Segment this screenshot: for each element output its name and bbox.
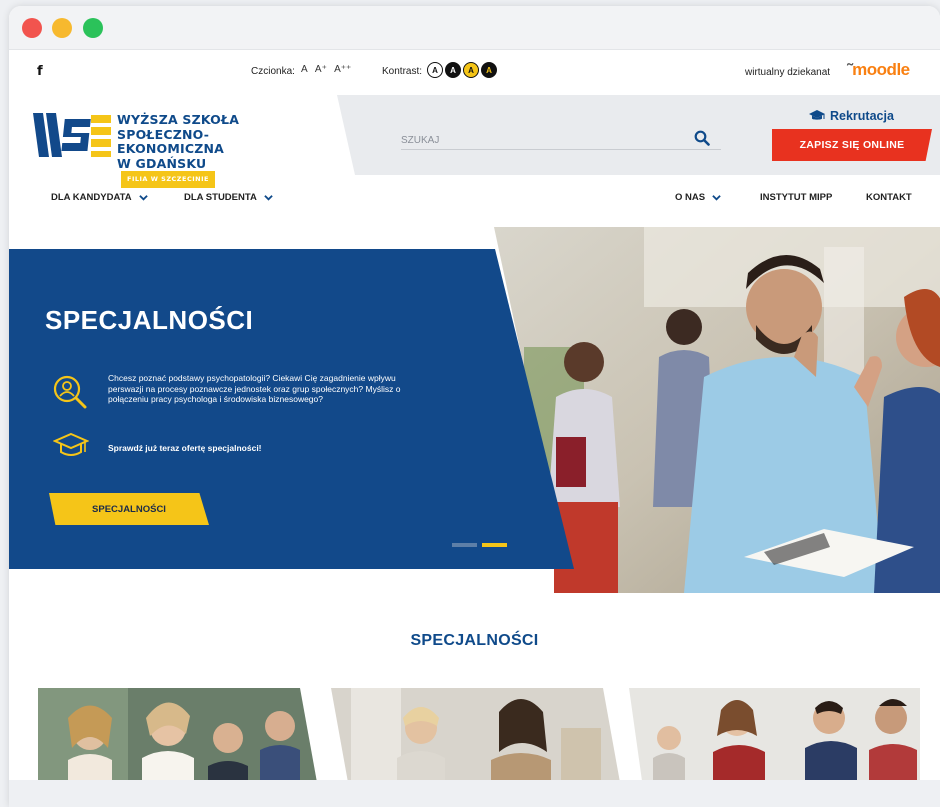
nav-item-label: DLA STUDENTA: [184, 192, 257, 203]
font-size-large-button[interactable]: A⁺: [315, 64, 327, 75]
contrast-dark-button[interactable]: A: [445, 62, 461, 78]
contrast-default-button[interactable]: A: [427, 62, 443, 78]
nav-item-students[interactable]: DLA STUDENTA: [184, 192, 273, 203]
university-logo[interactable]: WYŻSZA SZKOŁA SPOŁECZNO-EKONOMICZNA W GD…: [33, 111, 293, 188]
page-bottom-edge: [9, 780, 940, 807]
chevron-down-icon: [264, 195, 273, 201]
specialization-card-1[interactable]: [38, 688, 318, 788]
slide-indicator-1[interactable]: [452, 543, 477, 547]
moodle-logo-link[interactable]: ˜moodle: [847, 60, 910, 80]
hero-slider: SPECJALNOŚCI Chcesz poznać podstawy psyc…: [9, 227, 940, 593]
moodle-label: moodle: [852, 60, 910, 79]
nav-item-label: KONTAKT: [866, 192, 912, 203]
contrast-black-yellow-button[interactable]: A: [481, 62, 497, 78]
maximize-window-button[interactable]: [83, 18, 103, 38]
nav-item-contact[interactable]: KONTAKT: [866, 192, 912, 203]
logo-text: WYŻSZA SZKOŁA SPOŁECZNO-EKONOMICZNA W GD…: [117, 112, 293, 188]
chevron-down-icon: [712, 195, 721, 201]
search-icon[interactable]: [694, 130, 710, 146]
recruitment-link[interactable]: Rekrutacja: [809, 109, 894, 123]
window-titlebar: [9, 6, 940, 50]
specialization-card-2[interactable]: [331, 688, 621, 788]
hero-specializations-button[interactable]: SPECJALNOŚCI: [49, 493, 209, 525]
logo-city: W GDAŃSKU: [117, 155, 207, 171]
hero-feature-cta-text: Sprawdź już teraz ofertę specjalności!: [108, 443, 262, 453]
utility-bar: f Czcionka: A A⁺ A⁺⁺ Kontrast: A A A A w…: [9, 50, 940, 95]
graduation-cap-icon: [53, 432, 89, 456]
specialization-card-3[interactable]: [629, 688, 920, 788]
browser-window: f Czcionka: A A⁺ A⁺⁺ Kontrast: A A A A w…: [9, 6, 940, 807]
hero-title: SPECJALNOŚCI: [45, 305, 254, 335]
chevron-down-icon: [138, 195, 148, 201]
nav-item-candidates[interactable]: DLA KANDYDATA: [51, 192, 148, 203]
card-photo-1: [38, 688, 318, 788]
logo-line-3: W GDAŃSKUFILIA W SZCZECINIE: [117, 155, 293, 188]
close-window-button[interactable]: [22, 18, 42, 38]
nav-item-institute[interactable]: INSTYTUT MIPP: [760, 192, 832, 203]
font-size-label: Czcionka:: [251, 66, 295, 77]
nav-item-label: INSTYTUT MIPP: [760, 192, 833, 203]
nav-item-about[interactable]: O NAS: [675, 192, 721, 203]
psychology-search-icon: [53, 375, 87, 409]
nav-item-label: O NAS: [675, 192, 706, 203]
minimize-window-button[interactable]: [52, 18, 72, 38]
card-photo-2: [331, 688, 621, 788]
logo-line-2: SPOŁECZNO-EKONOMICZNA: [117, 126, 225, 156]
section-title: SPECJALNOŚCI: [410, 632, 539, 649]
contrast-controls: A A A A: [427, 62, 497, 78]
recruitment-label: Rekrutacja: [830, 109, 894, 123]
logo-line-1: WYŻSZA SZKOŁA: [117, 112, 240, 127]
nav-item-label: DLA KANDYDATA: [51, 192, 132, 203]
site-header: WYŻSZA SZKOŁA SPOŁECZNO-EKONOMICZNA W GD…: [9, 95, 940, 188]
virtual-dean-link[interactable]: wirtualny dziekanat: [745, 67, 830, 78]
hero-feature-description: Chcesz poznać podstawy psychopatologii? …: [108, 373, 401, 404]
contrast-label: Kontrast:: [382, 66, 423, 77]
graduation-cap-icon: [809, 110, 825, 120]
font-size-normal-button[interactable]: A: [301, 64, 308, 75]
main-navigation: DLA KANDYDATA DLA STUDENTA O NAS INSTYTU…: [9, 184, 940, 214]
card-photo-3: [629, 688, 920, 788]
specializations-cards: [9, 688, 940, 788]
logo-mark-icon: [33, 113, 111, 157]
font-size-controls: A A⁺ A⁺⁺: [301, 64, 356, 75]
facebook-icon[interactable]: f: [37, 64, 43, 79]
enroll-online-button[interactable]: ZAPISZ SIĘ ONLINE: [772, 129, 932, 161]
search-input[interactable]: [401, 132, 721, 150]
font-size-xlarge-button[interactable]: A⁺⁺: [334, 64, 351, 75]
contrast-yellow-button[interactable]: A: [463, 62, 479, 78]
slide-indicator-2-active[interactable]: [482, 543, 507, 547]
